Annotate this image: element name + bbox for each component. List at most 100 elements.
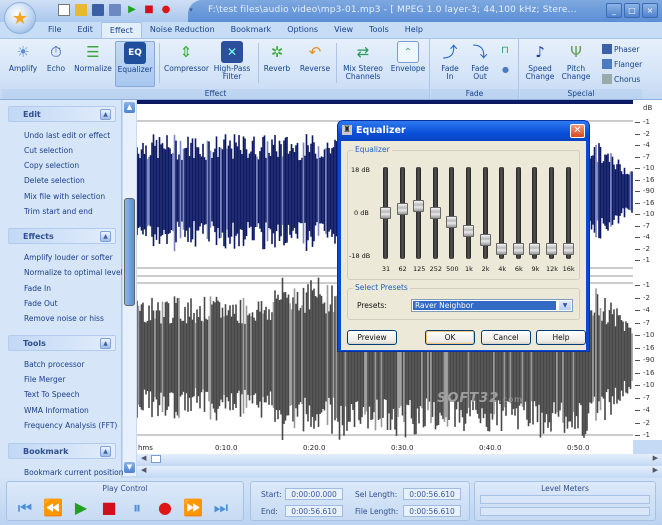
eq-slider-thumb-62[interactable] [396, 202, 408, 215]
menu-noise-reduction[interactable]: Noise Reduction [142, 22, 223, 38]
task-trim[interactable]: Trim start and end [24, 207, 93, 216]
speed-change-button[interactable]: ♪ Speed Change [524, 41, 556, 81]
noise-icon[interactable]: ● [502, 65, 509, 74]
task-delete-selection[interactable]: Delete selection [24, 176, 85, 185]
scroll-up-icon[interactable]: ▲ [124, 102, 135, 113]
eq-slider-thumb-12k[interactable] [546, 242, 557, 255]
zoom-box[interactable] [151, 455, 161, 463]
save-as-icon[interactable] [109, 4, 121, 16]
task-fade-out[interactable]: Fade Out [24, 299, 58, 308]
menu-options[interactable]: Options [279, 22, 326, 38]
menu-file[interactable]: File [40, 22, 69, 38]
task-cut-selection[interactable]: Cut selection [24, 146, 73, 155]
scroll-left-icon[interactable]: ◀ [141, 454, 146, 462]
stop-icon[interactable]: ■ [143, 4, 155, 16]
end-time-field[interactable]: 0:00:56.610 [285, 505, 343, 517]
eq-slider-thumb-31[interactable] [380, 207, 391, 219]
play-button[interactable]: ▶ [71, 498, 91, 518]
pitch-change-button[interactable]: Ψ Pitch Change [560, 41, 592, 81]
section-edit-header[interactable]: Edit ▲ [8, 106, 116, 122]
task-frequency-analysis[interactable]: Frequency Analysis (FFT) [24, 421, 117, 430]
fast-forward-button[interactable]: ⏩ [183, 498, 203, 518]
normalize-button[interactable]: ☰ Normalize [74, 41, 112, 73]
horizontal-scrollbar[interactable]: ◀ ▶ [137, 454, 662, 464]
collapse-icon[interactable]: ▲ [100, 446, 111, 457]
phaser-button[interactable]: Phaser [602, 44, 639, 54]
eq-slider-thumb-9k[interactable] [529, 242, 541, 255]
new-file-icon[interactable] [58, 4, 70, 16]
task-text-to-speech[interactable]: Text To Speech [24, 390, 79, 399]
task-bookmark-position[interactable]: Bookmark current position [24, 468, 124, 477]
open-folder-icon[interactable] [75, 4, 87, 16]
go-to-end-button[interactable]: ⏭ [211, 498, 231, 518]
collapse-icon[interactable]: ▲ [100, 109, 111, 120]
task-amplify[interactable]: Amplify louder or softer [24, 253, 113, 262]
menu-tools[interactable]: Tools [361, 22, 397, 38]
task-fade-in[interactable]: Fade In [24, 284, 51, 293]
eq-slider-thumb-2k[interactable] [479, 233, 491, 246]
compressor-button[interactable]: ⇕ Compressor [164, 41, 209, 73]
scrollbar-thumb[interactable] [124, 198, 135, 306]
eq-slider-track[interactable] [466, 167, 471, 259]
start-time-field[interactable]: 0:00:00.000 [285, 488, 343, 500]
fade-out-button[interactable]: ⤵ Fade Out [467, 41, 493, 81]
ok-button[interactable]: OK [425, 330, 475, 345]
echo-button[interactable]: ⏱ Echo [42, 41, 70, 73]
pause-button[interactable]: ⏸ [127, 498, 147, 518]
maximize-button[interactable]: □ [624, 3, 640, 18]
eq-slider-track[interactable] [416, 167, 422, 259]
dialog-close-button[interactable]: ✕ [570, 124, 585, 138]
scroll-down-icon[interactable]: ▼ [124, 462, 135, 473]
task-mix-file[interactable]: Mix file with selection [24, 192, 105, 201]
scroll-right-icon[interactable]: ▶ [653, 466, 658, 474]
section-bookmark-header[interactable]: Bookmark ▲ [8, 443, 116, 459]
customize-icon[interactable]: ▾ [185, 4, 197, 16]
record-button[interactable]: ● [155, 498, 175, 518]
eq-slider-thumb-252[interactable] [429, 207, 441, 219]
task-wma-information[interactable]: WMA Information [24, 406, 89, 415]
eq-slider-thumb-6k[interactable] [512, 242, 524, 255]
eq-slider-thumb-4k[interactable] [496, 242, 508, 255]
task-normalize[interactable]: Normalize to optimal level [24, 268, 123, 277]
mix-stereo-channels-button[interactable]: ⇄ Mix Stereo Channels [342, 41, 384, 81]
task-remove-noise[interactable]: Remove noise or hiss [24, 314, 104, 323]
save-icon[interactable] [92, 4, 104, 16]
menu-help[interactable]: Help [397, 22, 431, 38]
task-batch-processor[interactable]: Batch processor [24, 360, 84, 369]
play-icon[interactable]: ▶ [126, 4, 138, 16]
fade-in-button[interactable]: ⤴ Fade In [437, 41, 463, 81]
eq-slider-thumb-500[interactable] [446, 215, 458, 228]
task-copy-selection[interactable]: Copy selection [24, 161, 79, 170]
chorus-button[interactable]: Chorus [602, 74, 640, 84]
close-button[interactable]: × [642, 3, 658, 18]
task-undo[interactable]: Undo last edit or effect [24, 131, 110, 140]
minimize-button[interactable]: _ [606, 3, 622, 18]
vertical-zoom-scrollbar[interactable]: ◀ ▶ [137, 466, 662, 476]
task-file-merger[interactable]: File Merger [24, 375, 65, 384]
eq-slider-thumb-16k[interactable] [562, 242, 574, 255]
cancel-button[interactable]: Cancel [481, 330, 531, 345]
chevron-down-icon[interactable]: ▼ [559, 301, 571, 310]
rewind-button[interactable]: ⏪ [43, 498, 63, 518]
preview-button[interactable]: Preview [347, 330, 397, 345]
dialog-title-bar[interactable]: ♜ Equalizer ✕ [338, 121, 589, 141]
section-effects-header[interactable]: Effects ▲ [8, 228, 116, 244]
menu-edit[interactable]: Edit [69, 22, 101, 38]
record-icon[interactable]: ● [160, 4, 172, 16]
task-pane-scrollbar[interactable]: ▲ ▼ [123, 100, 136, 476]
section-tools-header[interactable]: Tools ▲ [8, 335, 116, 351]
reverse-button[interactable]: ↶ Reverse [298, 41, 332, 73]
reverb-button[interactable]: ✲ Reverb [262, 41, 292, 73]
eq-slider-thumb-1k[interactable] [463, 224, 474, 237]
menu-view[interactable]: View [326, 22, 361, 38]
eq-slider-thumb-125[interactable] [413, 200, 425, 213]
presets-dropdown[interactable]: Raver Neighbor ▼ [411, 299, 573, 312]
collapse-icon[interactable]: ▲ [100, 338, 111, 349]
app-menu-button[interactable]: ★ [4, 2, 36, 34]
stop-button[interactable]: ■ [99, 498, 119, 518]
menu-bookmark[interactable]: Bookmark [223, 22, 280, 38]
help-button[interactable]: Help [536, 330, 586, 345]
scroll-left-icon[interactable]: ◀ [141, 466, 146, 474]
eq-slider-track[interactable] [449, 167, 455, 259]
flanger-button[interactable]: Flanger [602, 59, 642, 69]
